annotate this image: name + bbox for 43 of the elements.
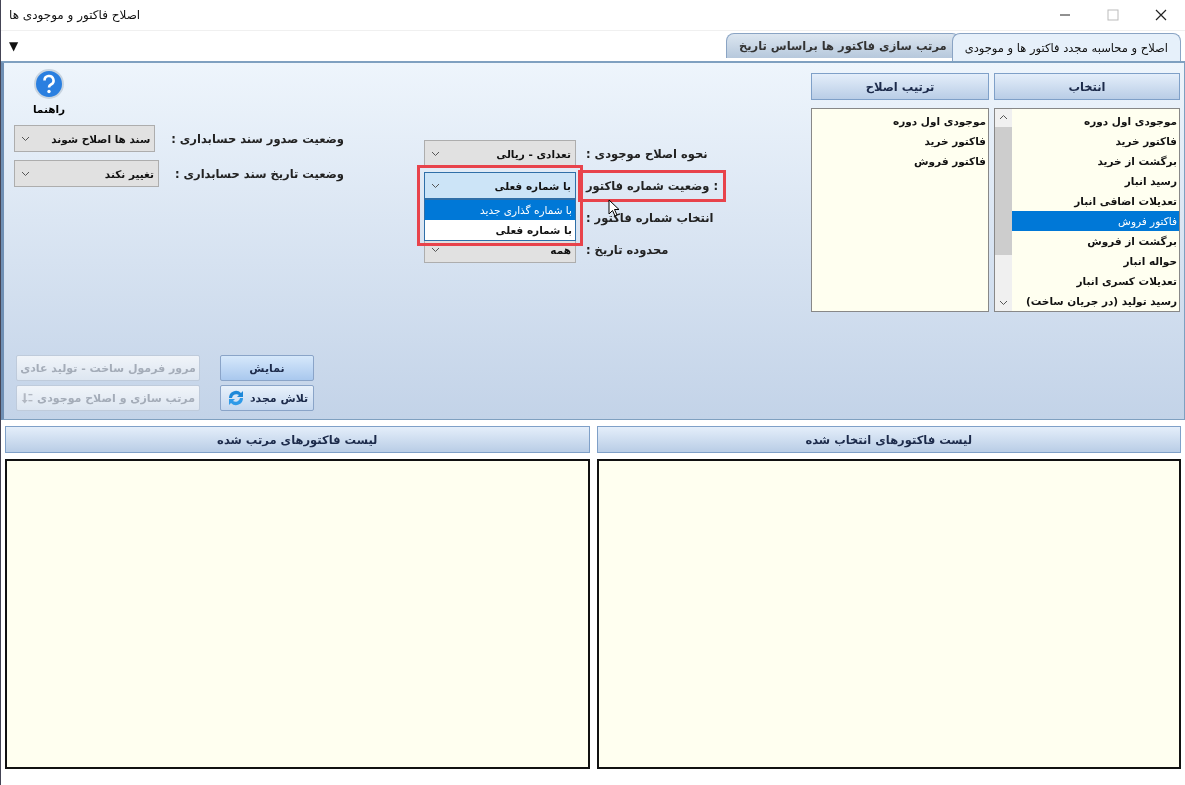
chevron-down-icon [21,135,30,142]
list-item: فاکتور خرید [923,134,987,150]
field-label: نحوه اصلاح موجودی : [586,146,708,161]
column-header[interactable]: ترتیب اصلاح [811,73,989,100]
maximize-icon[interactable] [1107,9,1119,21]
dropdown[interactable]: سند ها اصلاح شوند [14,125,156,152]
list-item[interactable]: رسید تولید (در جریان ساخت) [1012,291,1179,311]
chevron-down-icon [21,170,30,177]
action-button[interactable]: نمایش [220,355,314,381]
chevron-down-icon [431,182,440,189]
action-button[interactable]: تلاش مجدد [220,385,314,411]
panel-header: لیست فاکتورهای مرتب شده [5,426,590,453]
field-label: انتخاب شماره فاکتور : [586,210,714,225]
chevron-down-icon [431,150,440,157]
list-item[interactable]: رسید انبار [1012,171,1179,191]
field-label: وضعیت شماره فاکتور : [586,178,719,193]
list-item[interactable]: فاکتور فروش [1012,211,1179,231]
list-item: فاکتور فروش [913,154,987,170]
list-item: موجودی اول دوره [892,114,987,130]
help-button[interactable]: راهنما [14,69,84,115]
menu-dropdown[interactable]: ▼ [1,39,19,61]
dropdown[interactable]: با شماره فعلی [424,172,576,199]
panel-header: لیست فاکتورهای انتخاب شده [596,426,1181,453]
scrollbar[interactable] [995,109,1012,311]
help-icon [34,69,64,99]
list-item[interactable]: تعدیلات کسری انبار [1012,271,1179,291]
window-title: اصلاح فاکتور و موجودی ها [9,8,141,22]
list-item[interactable]: برگشت از فروش [1012,231,1179,251]
dropdown-option[interactable]: با شماره گذاری جدید [425,200,575,220]
list-item[interactable]: حواله انبار [1012,251,1179,271]
list-item[interactable]: فاکتور خرید [1012,131,1179,151]
field-label: وضعیت تاریخ سند حسابداری : [174,166,344,181]
column-header[interactable]: انتخاب [994,73,1180,100]
list-item[interactable]: برگشت از خرید [1012,151,1179,171]
field-label: محدوده تاریخ : [586,242,669,257]
field-label: وضعیت صدور سند حسابداری : [171,131,344,146]
tab[interactable]: اصلاح و محاسبه مجدد فاکتور ها و موجودی [951,33,1181,61]
dropdown[interactable]: تعدادی - ریالی [424,140,576,167]
close-icon[interactable] [1155,9,1167,21]
dropdown[interactable]: تغییر نکند [14,160,159,187]
list-item[interactable]: تعدیلات اضافی انبار [1012,191,1179,211]
chevron-down-icon [431,246,440,253]
list-item[interactable]: موجودی اول دوره [1012,111,1179,131]
